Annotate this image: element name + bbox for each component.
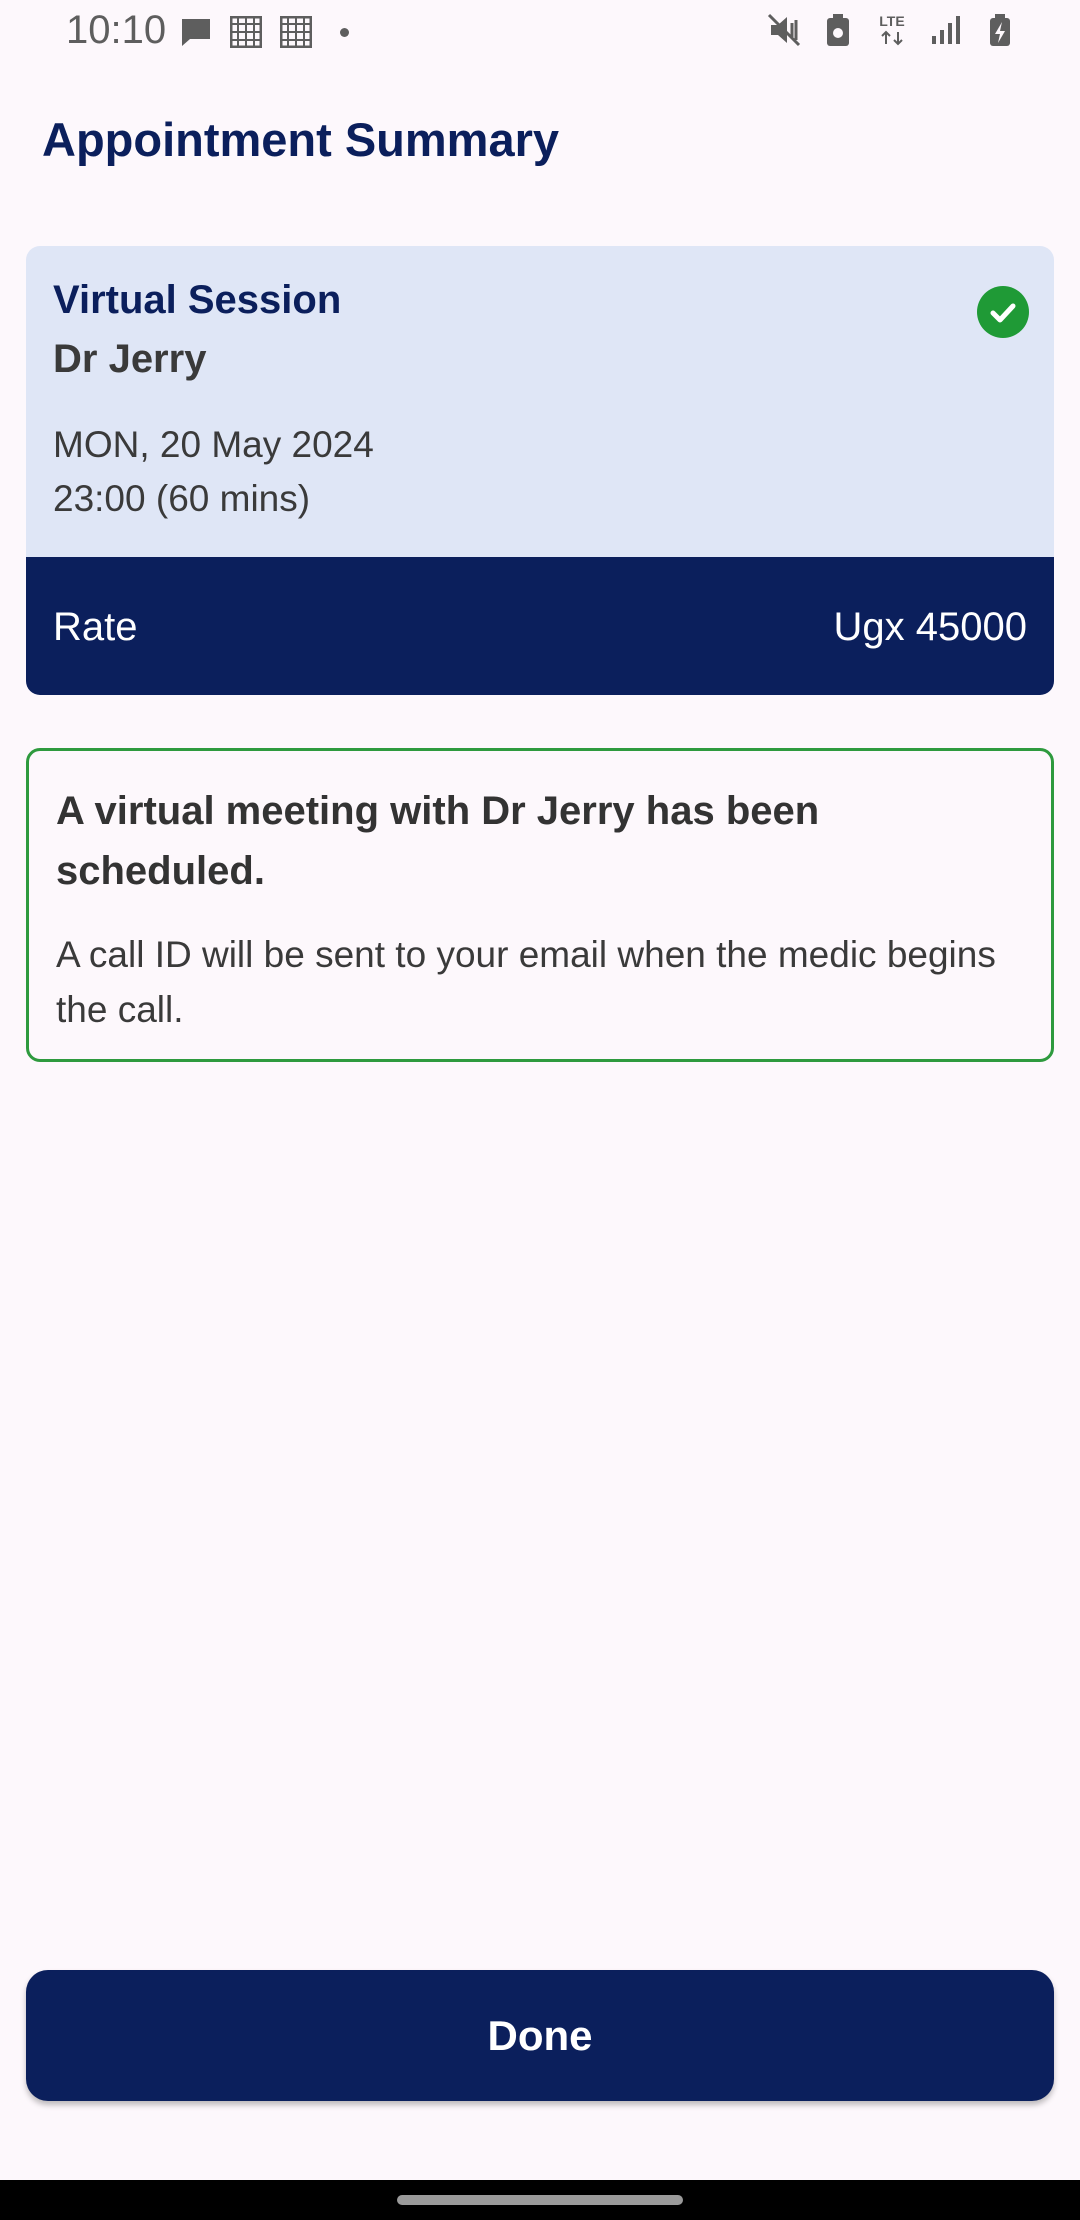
confirmation-message: A virtual meeting with Dr Jerry has been… — [26, 748, 1054, 1062]
check-circle-icon — [977, 286, 1029, 338]
message-icon — [178, 14, 214, 50]
rate-label: Rate — [53, 605, 138, 649]
battery-icon — [982, 12, 1018, 48]
grid-icon — [278, 14, 314, 50]
battery-saver-icon — [820, 12, 856, 48]
navigation-bar — [0, 2180, 1080, 2220]
confirmation-heading: A virtual meeting with Dr Jerry has been… — [56, 789, 820, 893]
confirmation-body: A call ID will be sent to your email whe… — [56, 934, 996, 1030]
grid-icon — [228, 14, 264, 50]
notification-icons — [178, 14, 349, 50]
dot-icon — [340, 27, 349, 37]
session-date: MON, 20 May 2024 — [53, 424, 374, 465]
appointment-summary-screen: 10:10 LTE Appointment Summary Virtual Se… — [0, 0, 1080, 2220]
rate-bar: Rate Ugx 45000 — [26, 557, 1054, 695]
session-time: 23:00 (60 mins) — [53, 478, 311, 519]
page-title: Appointment Summary — [42, 113, 560, 166]
svg-text:LTE: LTE — [879, 13, 904, 29]
appointment-card: Virtual Session Dr Jerry MON, 20 May 202… — [26, 246, 1054, 695]
done-button[interactable]: Done — [26, 1970, 1054, 2101]
lte-icon: LTE — [874, 12, 910, 48]
rate-value: Ugx 45000 — [833, 605, 1027, 649]
status-bar: 10:10 LTE — [0, 0, 1080, 64]
session-type: Virtual Session — [53, 278, 342, 322]
status-time: 10:10 — [66, 8, 167, 52]
home-gesture-handle[interactable] — [397, 2195, 683, 2205]
system-icons: LTE — [766, 12, 1018, 48]
signal-icon — [928, 12, 964, 48]
mute-icon — [766, 12, 802, 48]
doctor-name: Dr Jerry — [53, 337, 207, 381]
